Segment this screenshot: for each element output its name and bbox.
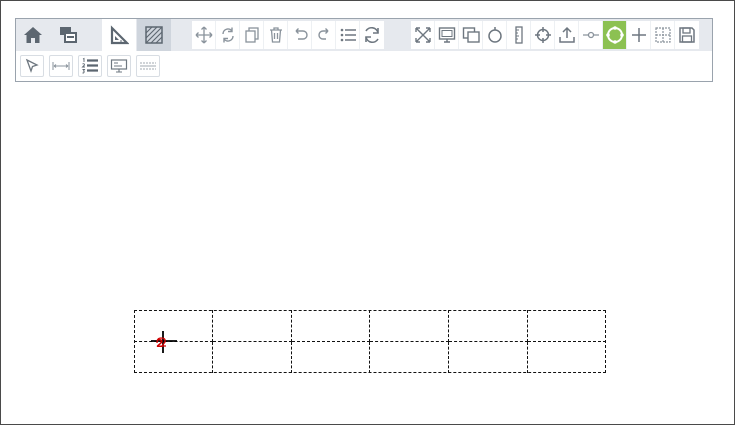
- crosshair-cursor-icon: [151, 331, 177, 353]
- numbered-list-button[interactable]: [78, 55, 102, 77]
- rotate-button[interactable]: [216, 21, 240, 49]
- tab-objects[interactable]: [51, 19, 85, 51]
- fit-screen-button[interactable]: [411, 21, 435, 49]
- crosshair-icon: [534, 26, 552, 44]
- set-square-icon: [109, 25, 129, 45]
- toolbar: [15, 18, 713, 82]
- tab-fill[interactable]: [137, 19, 171, 51]
- display-icon: [110, 58, 128, 74]
- copy-icon: [243, 26, 261, 44]
- ruler-button[interactable]: [507, 21, 531, 49]
- pointer-icon: [24, 58, 40, 74]
- list-button[interactable]: [336, 21, 360, 49]
- grid-cell[interactable]: [528, 342, 606, 373]
- grid-cell[interactable]: [370, 310, 449, 342]
- numbered-list-icon: [81, 57, 99, 75]
- toolbar-main-row: [16, 19, 712, 51]
- plus-icon: [630, 26, 648, 44]
- window-icon: [462, 26, 480, 44]
- circle-icon: [486, 26, 504, 44]
- line-point-icon: [582, 26, 600, 44]
- monitor-button[interactable]: [435, 21, 459, 49]
- export-button[interactable]: [555, 21, 579, 49]
- grid-cell[interactable]: [528, 310, 606, 342]
- grid-cell[interactable]: [370, 342, 449, 373]
- rotate-icon: [219, 26, 237, 44]
- delete-button[interactable]: [264, 21, 288, 49]
- crosshair-button[interactable]: [531, 21, 555, 49]
- edit-tool-group: [192, 21, 384, 49]
- grid-cell[interactable]: [449, 342, 528, 373]
- tab-home[interactable]: [16, 19, 50, 51]
- hatch-fill-icon: [144, 25, 164, 45]
- monitor-icon: [438, 26, 456, 44]
- trash-icon: [267, 26, 285, 44]
- layers-icon: [58, 25, 78, 45]
- refresh-button[interactable]: [360, 21, 384, 49]
- grid-cell[interactable]: [449, 310, 528, 342]
- window-button[interactable]: [459, 21, 483, 49]
- grid-cell[interactable]: [213, 342, 292, 373]
- save-icon: [678, 26, 696, 44]
- dashed-grid[interactable]: [134, 310, 606, 373]
- dimension-tool-button[interactable]: [49, 55, 73, 77]
- list-icon: [339, 26, 357, 44]
- dashed-line-icon: [139, 58, 157, 74]
- select-tool-button[interactable]: [20, 55, 44, 77]
- grid-cell[interactable]: [292, 310, 370, 342]
- grid-icon: [654, 26, 672, 44]
- ruler-icon: [510, 26, 528, 44]
- upload-icon: [558, 26, 576, 44]
- save-button[interactable]: [675, 21, 699, 49]
- refresh-icon: [362, 25, 382, 45]
- grid-cell[interactable]: [213, 310, 292, 342]
- line-point-button[interactable]: [579, 21, 603, 49]
- move-icon: [195, 26, 213, 44]
- copy-button[interactable]: [240, 21, 264, 49]
- toolbar-secondary-row: [20, 55, 160, 79]
- view-tool-group: [411, 21, 699, 49]
- display-tool-button[interactable]: [107, 55, 131, 77]
- circle-button[interactable]: [483, 21, 507, 49]
- grid-cell[interactable]: [292, 342, 370, 373]
- point-number-label: 2: [156, 337, 164, 350]
- snap-circle-icon: [605, 25, 625, 45]
- app-window: 2: [0, 0, 735, 425]
- undo-button[interactable]: [288, 21, 312, 49]
- move-button[interactable]: [192, 21, 216, 49]
- fit-screen-icon: [414, 26, 432, 44]
- dimension-icon: [52, 58, 70, 74]
- redo-icon: [315, 26, 333, 44]
- dashed-line-tool-button[interactable]: [136, 55, 160, 77]
- undo-icon: [291, 26, 309, 44]
- plus-button[interactable]: [627, 21, 651, 49]
- redo-button[interactable]: [312, 21, 336, 49]
- tab-geometry[interactable]: [102, 19, 136, 51]
- home-icon: [23, 25, 43, 45]
- snap-button[interactable]: [603, 21, 627, 49]
- grid-button[interactable]: [651, 21, 675, 49]
